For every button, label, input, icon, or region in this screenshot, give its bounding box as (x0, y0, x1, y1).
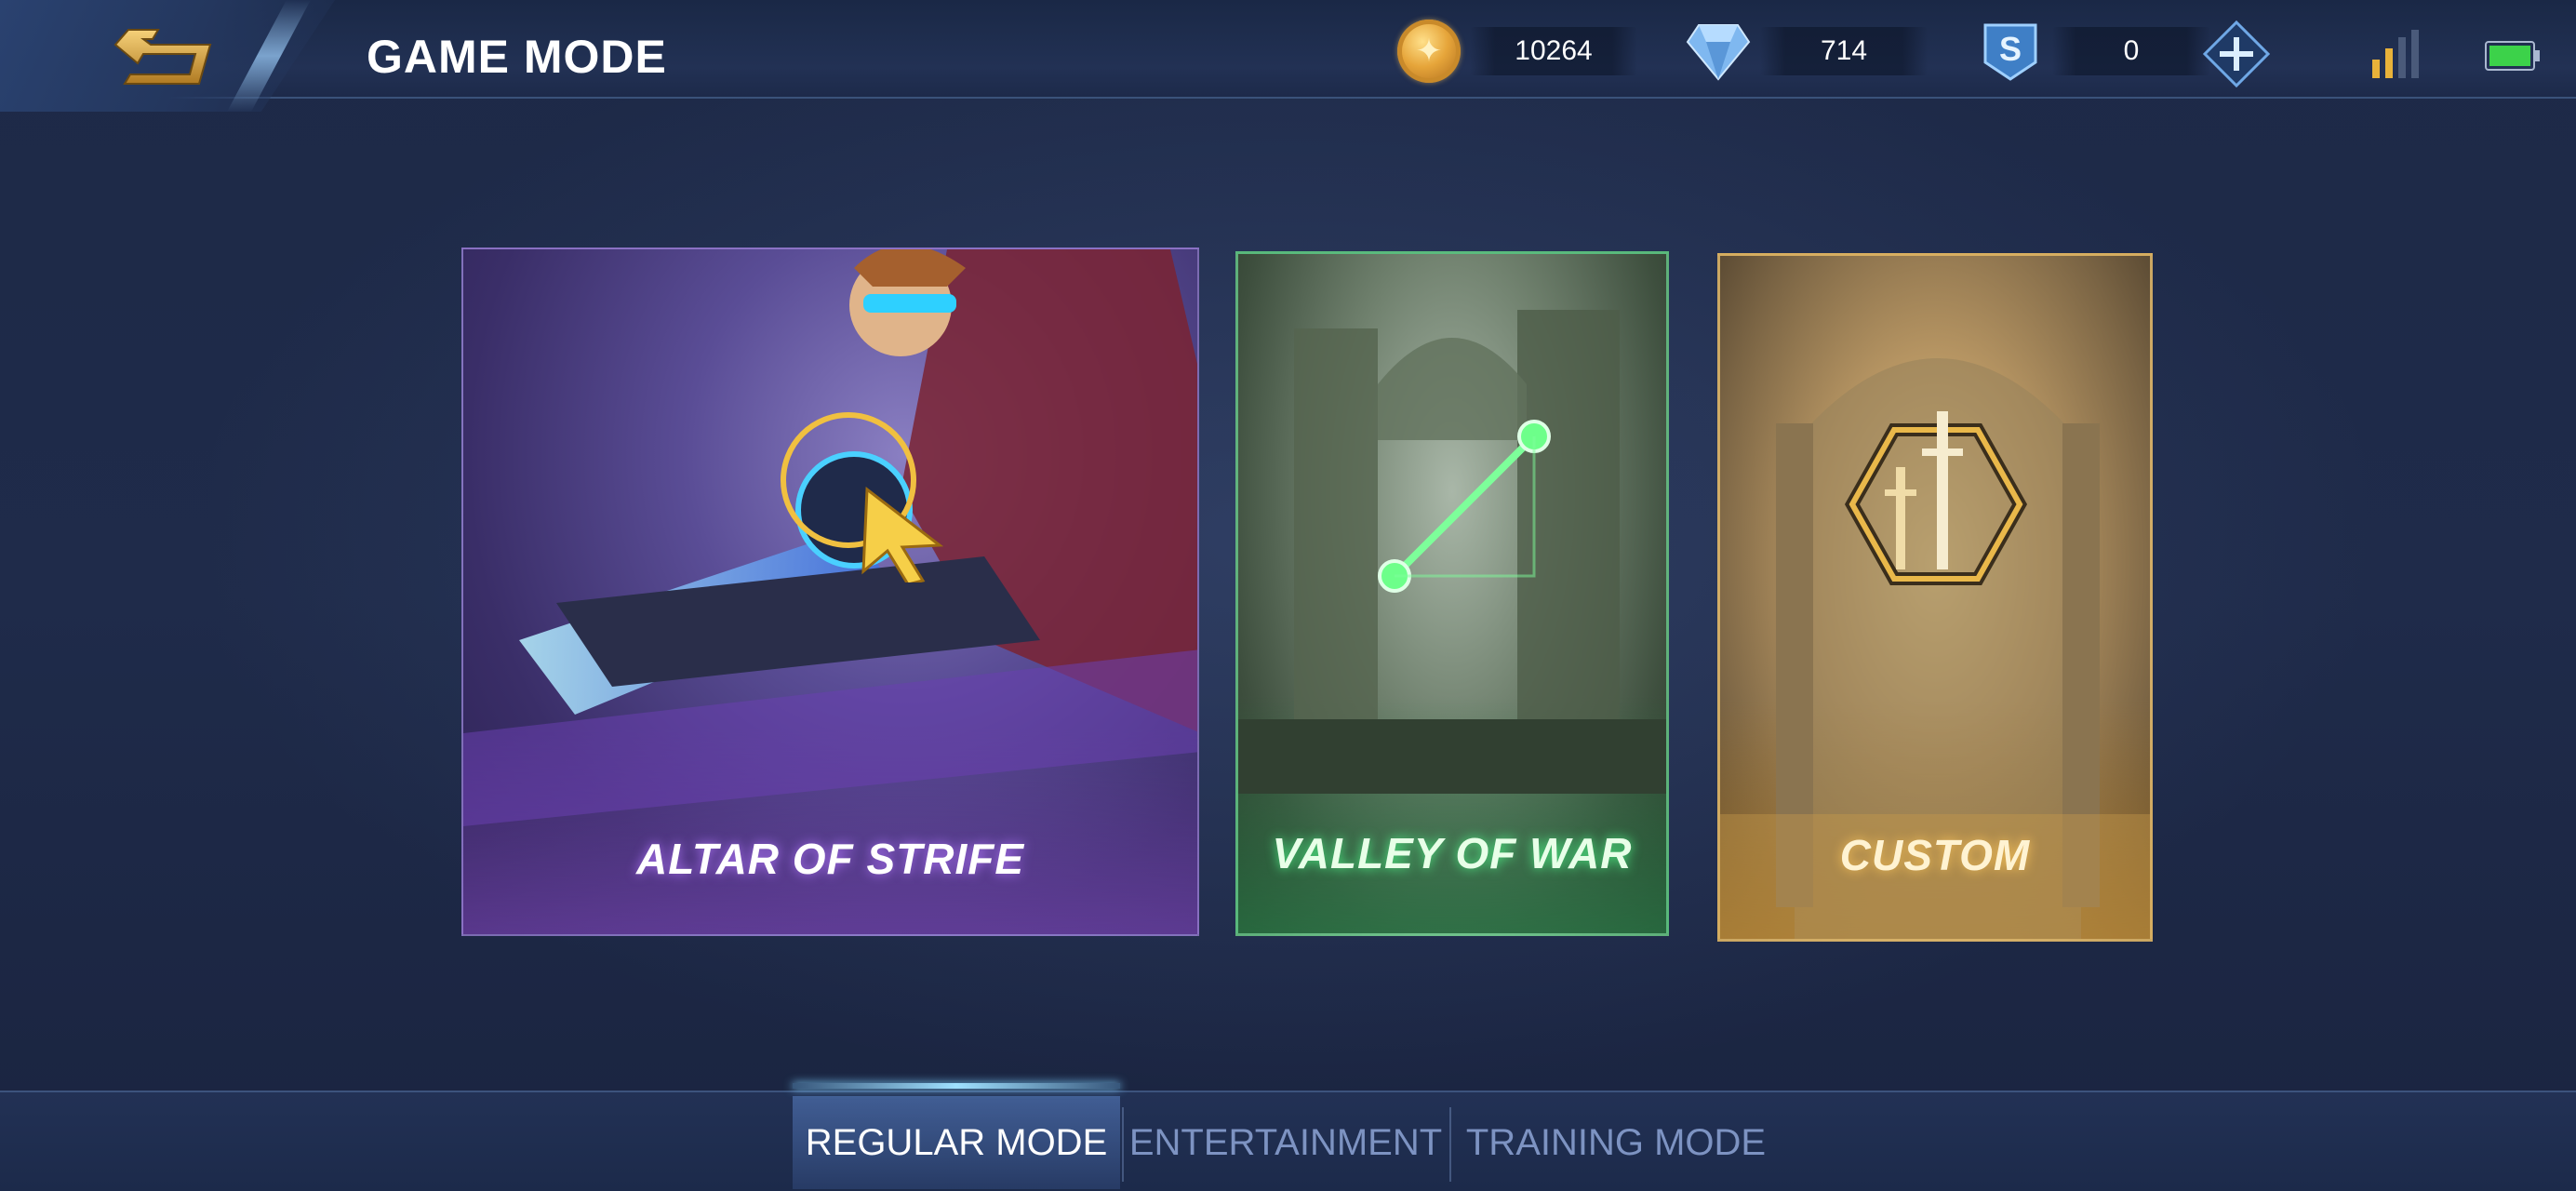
svg-text:S: S (1999, 30, 2022, 68)
mode-label-custom: CUSTOM (1839, 831, 2031, 879)
add-currency-button[interactable] (2202, 20, 2271, 88)
back-arrow-icon (113, 29, 212, 85)
gold-currency: ✦ 10264 (1397, 20, 1637, 83)
tab-regular-mode[interactable]: REGULAR MODE (793, 1083, 1120, 1189)
gold-coin-icon: ✦ (1397, 20, 1461, 83)
back-button[interactable] (110, 17, 231, 91)
top-bar: GAME MODE ✦ 10264 714 S 0 (0, 0, 2576, 112)
diamond-currency: 714 (1686, 22, 1928, 81)
mode-card-altar-of-strife[interactable]: ALTAR OF STRIFE (461, 248, 1199, 936)
mode-card-valley-of-war[interactable]: VALLEY OF WAR (1235, 251, 1669, 936)
tab-entertainment[interactable]: ENTERTAINMENT (1126, 1096, 1446, 1189)
diamond-amount: 714 (1760, 27, 1928, 75)
ticket-icon: S (1983, 23, 2037, 81)
ticket-amount: 0 (2052, 27, 2210, 75)
cursor-target-icon (781, 412, 944, 582)
plus-icon (2202, 20, 2271, 88)
gold-amount: 10264 (1470, 27, 1637, 75)
altar-card-art (461, 248, 1199, 936)
mode-label-valley-of-war: VALLEY OF WAR (1272, 829, 1633, 877)
battery-icon (2485, 41, 2540, 71)
tab-divider (1449, 1107, 1451, 1182)
diamond-icon (1686, 24, 1751, 81)
tab-training-mode[interactable]: TRAINING MODE (1453, 1096, 1779, 1189)
tab-divider (1122, 1107, 1124, 1182)
crossed-swords-icon (1844, 411, 2028, 585)
game-mode-screen: GAME MODE ✦ 10264 714 S 0 ALTAR OF STRIF… (0, 0, 2576, 1191)
ticket-currency: S 0 (1978, 22, 2210, 81)
mode-label-altar-of-strife: ALTAR OF STRIFE (635, 835, 1025, 883)
signal-icon (2372, 30, 2419, 78)
page-title: GAME MODE (367, 31, 667, 83)
mode-card-custom[interactable]: CUSTOM (1717, 253, 2153, 942)
